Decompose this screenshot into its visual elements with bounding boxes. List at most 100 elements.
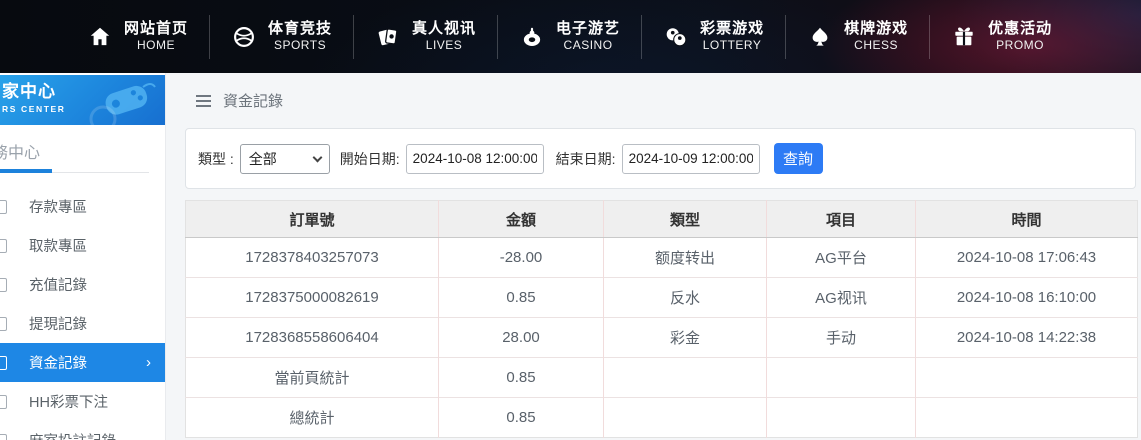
chevron-right-icon: ›	[146, 354, 151, 371]
cell-item: AG视讯	[767, 278, 916, 318]
cell-type: 额度转出	[604, 238, 767, 278]
nav-label-en: CASINO	[564, 38, 613, 53]
nav-label-en: CHESS	[854, 38, 898, 53]
deposit-icon	[0, 200, 7, 214]
nav-label-en: LOTTERY	[703, 38, 762, 53]
search-button[interactable]: 查詢	[774, 143, 823, 174]
nav-label-en: SPORTS	[274, 38, 326, 53]
type-select-value: 全部	[249, 149, 314, 169]
cell-amount: 0.85	[439, 278, 604, 318]
roulette-icon	[519, 24, 545, 50]
cell-time: 2024-10-08 14:22:38	[916, 318, 1138, 358]
nav-item-sports[interactable]: 体育竞技 SPORTS	[210, 20, 353, 54]
cell-empty	[916, 358, 1138, 398]
cell-empty	[916, 398, 1138, 438]
table-row: 1728375000082619 0.85 反水 AG视讯 2024-10-08…	[186, 278, 1138, 318]
col-header-amount: 金額	[439, 201, 604, 238]
sidebar-header: 家中心 RS CENTER	[0, 75, 165, 125]
nav-label-en: LIVES	[426, 38, 463, 53]
sidebar-item-label: 資金記錄	[29, 352, 87, 373]
sidebar-item-label: HH彩票下注	[29, 391, 108, 412]
sidebar-divider	[0, 169, 149, 173]
nav-item-promo[interactable]: 优惠活动 PROMO	[930, 20, 1073, 54]
cell-order-no: 1728378403257073	[186, 238, 439, 278]
cell-empty	[767, 358, 916, 398]
nav-label-en: HOME	[137, 38, 175, 53]
nav-label-cn: 彩票游戏	[700, 20, 764, 39]
gamepad-icon	[87, 79, 157, 125]
col-header-time: 時間	[916, 201, 1138, 238]
gift-icon	[951, 24, 977, 50]
nav-label-cn: 电子游艺	[556, 20, 620, 39]
top-navigation: 网站首页 HOME 体育竞技 SPORTS 真人视讯 LIVES	[0, 0, 1141, 73]
table-header-row: 訂單號 金額 類型 項目 時間	[186, 201, 1138, 238]
sidebar-item-label: 充值記錄	[29, 274, 87, 295]
table-row-page-total: 當前頁統計 0.85	[186, 358, 1138, 398]
cell-amount: 0.85	[439, 358, 604, 398]
hamburger-menu-icon[interactable]	[196, 95, 211, 107]
nav-item-chess[interactable]: 棋牌游戏 CHESS	[786, 20, 929, 54]
end-date-label: 結束日期:	[556, 149, 616, 169]
cell-label: 總統計	[186, 398, 439, 438]
type-filter-label: 類型 :	[198, 149, 234, 169]
nav-item-casino[interactable]: 电子游艺 CASINO	[498, 20, 641, 54]
nav-item-lives[interactable]: 真人视讯 LIVES	[354, 20, 497, 54]
type-select[interactable]: 全部	[240, 144, 330, 174]
table-row: 1728368558606404 28.00 彩金 手动 2024-10-08 …	[186, 318, 1138, 358]
cell-amount: 0.85	[439, 398, 604, 438]
nav-label-en: PROMO	[996, 38, 1044, 53]
nav-label-cn: 网站首页	[124, 20, 188, 39]
col-header-order-no: 訂單號	[186, 201, 439, 238]
sidebar-item-label: 取款專區	[29, 235, 87, 256]
sidebar-menu: 存款專區 取款專區 充值記錄 提現記錄 資金記錄 › HH彩票下注	[0, 181, 165, 440]
nav-item-lottery[interactable]: 彩票游戏 LOTTERY	[642, 20, 785, 54]
cell-order-no: 1728375000082619	[186, 278, 439, 318]
nav-item-home[interactable]: 网站首页 HOME	[66, 20, 209, 54]
cell-time: 2024-10-08 16:10:00	[916, 278, 1138, 318]
withdrawal-record-icon	[0, 317, 7, 331]
start-date-input[interactable]	[406, 144, 544, 174]
cell-amount: 28.00	[439, 318, 604, 358]
sidebar-item-room-bet-records[interactable]: 麻室投註記錄	[0, 421, 165, 440]
fund-records-table: 訂單號 金額 類型 項目 時間 1728378403257073 -28.00 …	[185, 200, 1137, 438]
col-header-item: 項目	[767, 201, 916, 238]
cell-empty	[604, 358, 767, 398]
table-row: 1728378403257073 -28.00 额度转出 AG平台 2024-1…	[186, 238, 1138, 278]
table-row-grand-total: 總統計 0.85	[186, 398, 1138, 438]
nav-label-cn: 优惠活动	[988, 20, 1052, 39]
room-bet-icon	[0, 434, 7, 440]
breadcrumb: 資金記錄	[166, 73, 1141, 128]
sidebar-item-withdrawal-records[interactable]: 提現記錄	[0, 304, 165, 343]
sidebar-item-label: 存款專區	[29, 196, 87, 217]
col-header-type: 類型	[604, 201, 767, 238]
sidebar-item-label: 提現記錄	[29, 313, 87, 334]
cell-item: AG平台	[767, 238, 916, 278]
cell-amount: -28.00	[439, 238, 604, 278]
sports-ball-icon	[231, 24, 257, 50]
cell-order-no: 1728368558606404	[186, 318, 439, 358]
nav-label-cn: 棋牌游戏	[844, 20, 908, 39]
sidebar-item-withdraw-zone[interactable]: 取款專區	[0, 226, 165, 265]
sidebar-item-hh-lottery-bets[interactable]: HH彩票下注	[0, 382, 165, 421]
lottery-balls-icon	[663, 24, 689, 50]
nav-label-cn: 体育竞技	[268, 20, 332, 39]
start-date-label: 開始日期:	[340, 149, 400, 169]
playing-cards-icon	[375, 24, 401, 50]
cell-time: 2024-10-08 17:06:43	[916, 238, 1138, 278]
sidebar-item-fund-records[interactable]: 資金記錄 ›	[0, 343, 165, 382]
sidebar-item-deposit-zone[interactable]: 存款專區	[0, 187, 165, 226]
filter-panel: 類型 : 全部 開始日期: 結束日期: 查詢	[185, 128, 1136, 189]
cell-label: 當前頁統計	[186, 358, 439, 398]
cell-empty	[604, 398, 767, 438]
chevron-down-icon	[312, 152, 322, 162]
withdraw-icon	[0, 239, 7, 253]
sidebar-section: 務中心	[0, 125, 165, 181]
sidebar-section-title: 務中心	[0, 139, 165, 163]
cell-type: 彩金	[604, 318, 767, 358]
end-date-input[interactable]	[622, 144, 760, 174]
lottery-bet-icon	[0, 395, 7, 409]
sidebar-item-recharge-records[interactable]: 充值記錄	[0, 265, 165, 304]
home-icon	[87, 24, 113, 50]
sidebar: 家中心 RS CENTER 務中心 存款專區	[0, 73, 166, 440]
fund-record-icon	[0, 356, 7, 370]
